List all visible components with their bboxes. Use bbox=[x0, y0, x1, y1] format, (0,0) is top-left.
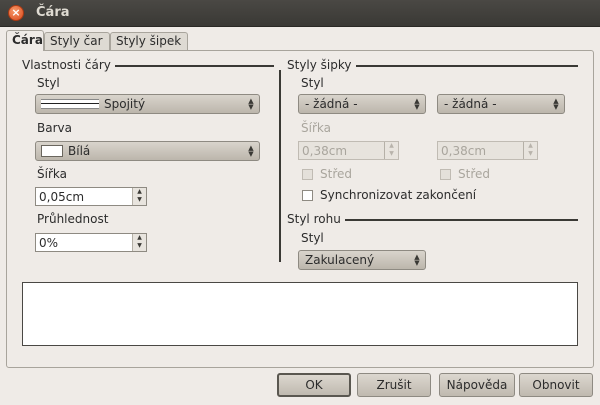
arrow-style-label: Styl bbox=[301, 76, 324, 90]
spin-arrows-icon: ▲ ▼ bbox=[523, 142, 537, 159]
spin-arrows-icon: ▲ ▼ bbox=[414, 97, 420, 111]
spin-arrows-icon: ▲ ▼ bbox=[553, 97, 559, 111]
cancel-button[interactable]: Zrušit bbox=[357, 373, 431, 397]
transparency-label: Průhlednost bbox=[37, 212, 109, 226]
spin-arrows-icon: ▲ ▼ bbox=[414, 253, 420, 267]
spin-arrows-icon: ▲ ▼ bbox=[248, 144, 254, 158]
title-bar: × Čára bbox=[0, 0, 600, 27]
group-divider bbox=[279, 70, 281, 262]
line-width-label: Šířka bbox=[37, 167, 67, 181]
spin-arrows-icon: ▲ ▼ bbox=[384, 142, 398, 159]
close-icon[interactable]: × bbox=[8, 5, 24, 21]
tab-line-styles[interactable]: Styly čar bbox=[44, 32, 110, 50]
arrow-end-center-label: Střed bbox=[458, 167, 490, 181]
corner-style-label: Styl bbox=[301, 231, 324, 245]
arrow-start-width-field[interactable]: 0,38cm ▲ ▼ bbox=[298, 141, 399, 160]
arrow-start-select[interactable]: - žádná - ▲ ▼ bbox=[298, 94, 426, 114]
line-color-label: Barva bbox=[37, 121, 72, 135]
group-title-corner-style: Styl rohu bbox=[287, 212, 345, 226]
tab-arrow-styles[interactable]: Styly šipek bbox=[110, 32, 188, 50]
ok-button[interactable]: OK bbox=[277, 373, 351, 397]
sync-ends-label: Synchronizovat zakončení bbox=[320, 188, 477, 202]
spin-arrows-icon: ▲ ▼ bbox=[248, 97, 254, 111]
line-style-label: Styl bbox=[37, 76, 60, 90]
line-color-select[interactable]: Bílá ▲ ▼ bbox=[35, 141, 260, 161]
arrow-start-center-label: Střed bbox=[320, 167, 352, 181]
arrow-end-select[interactable]: - žádná - ▲ ▼ bbox=[437, 94, 565, 114]
arrow-width-label: Šířka bbox=[301, 121, 331, 135]
spin-arrows-icon[interactable]: ▲ ▼ bbox=[132, 234, 146, 251]
arrow-end-width-field[interactable]: 0,38cm ▲ ▼ bbox=[437, 141, 538, 160]
reset-button[interactable]: Obnovit bbox=[519, 373, 593, 397]
group-title-arrow-styles: Styly šipky bbox=[287, 58, 356, 72]
sync-ends-checkbox[interactable] bbox=[302, 190, 313, 201]
spin-arrows-icon[interactable]: ▲ ▼ bbox=[132, 188, 146, 205]
group-title-line-properties: Vlastnosti čáry bbox=[22, 58, 115, 72]
line-style-preview bbox=[41, 99, 99, 109]
transparency-field[interactable]: 0% ▲ ▼ bbox=[35, 233, 147, 252]
tab-line[interactable]: Čára bbox=[6, 30, 44, 51]
window-title: Čára bbox=[36, 5, 70, 20]
line-width-field[interactable]: 0,05cm ▲ ▼ bbox=[35, 187, 147, 206]
arrow-end-center-checkbox[interactable] bbox=[440, 169, 451, 180]
line-style-select[interactable]: Spojitý ▲ ▼ bbox=[35, 94, 260, 114]
color-swatch bbox=[41, 145, 63, 157]
line-preview bbox=[22, 282, 578, 346]
help-button[interactable]: Nápověda bbox=[439, 373, 515, 397]
corner-style-select[interactable]: Zakulacený ▲ ▼ bbox=[298, 250, 426, 270]
arrow-start-center-checkbox[interactable] bbox=[302, 169, 313, 180]
